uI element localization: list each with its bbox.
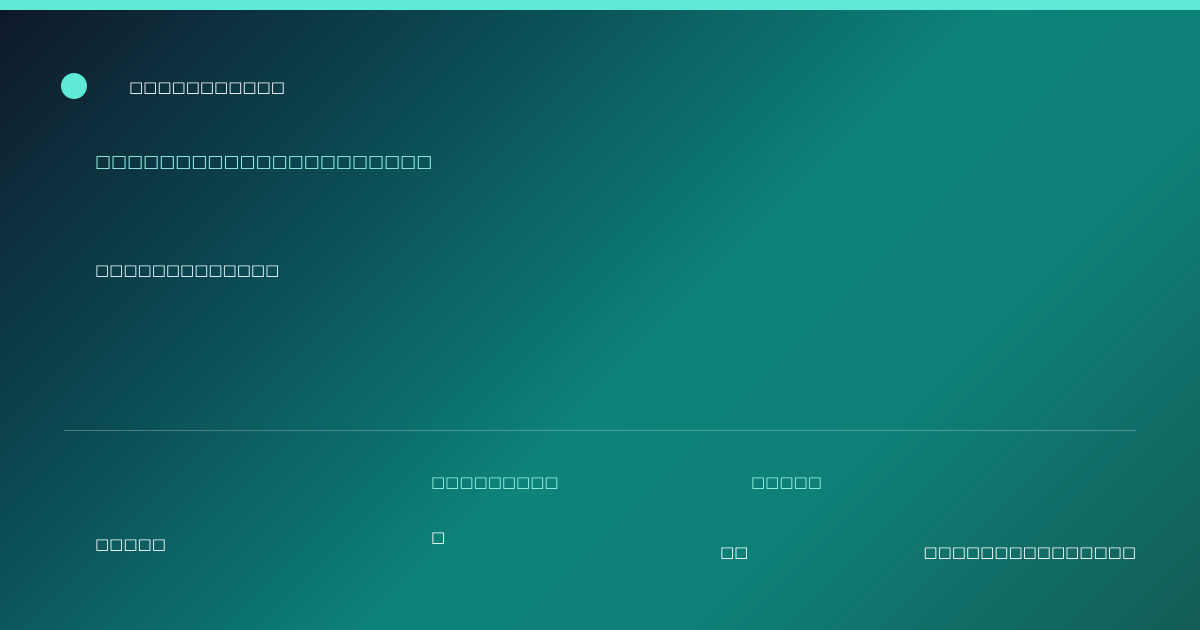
brand-dot-icon [61, 73, 87, 99]
divider [64, 430, 1136, 431]
footer-col3-value: □□ [720, 543, 749, 561]
footer-right-text: □□□□□□□□□□□□□□□ [923, 543, 1136, 561]
social-card: □□□□□□□□□□□ □□□□□□□□□□□□□□□□□□□□□ □□□□□□… [0, 0, 1200, 630]
headline: □□□□□□□□□□□□□□□□□□□□□ [95, 152, 433, 172]
accent-top-bar [0, 0, 1200, 10]
footer-col3-heading: □□□□□ [751, 473, 822, 491]
brand-name: □□□□□□□□□□□ [129, 78, 285, 96]
footer-left-text: □□□□□ [95, 535, 166, 553]
subheadline: □□□□□□□□□□□□□ [95, 261, 280, 279]
footer-col2-value: □ [431, 528, 446, 546]
footer-col2-heading: □□□□□□□□□ [431, 473, 559, 491]
